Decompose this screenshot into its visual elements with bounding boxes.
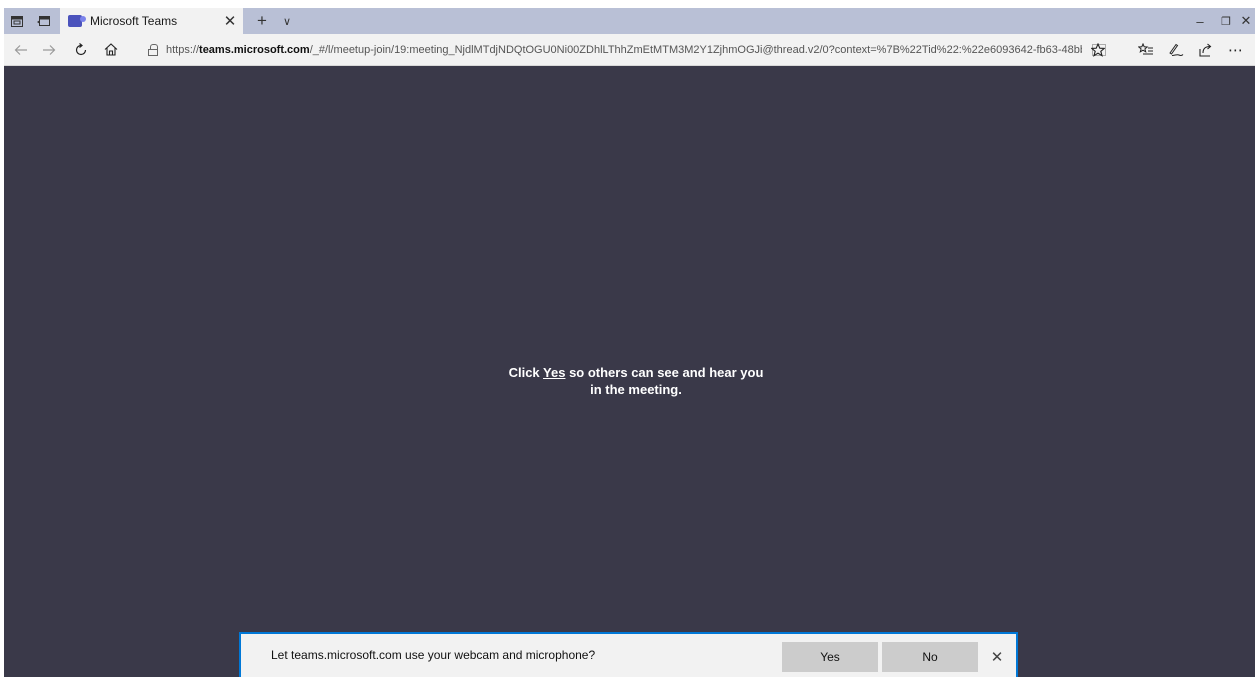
browser-window: Microsoft Teams ✕ + ∨ – ❐ ✕ https://team… xyxy=(4,8,1255,677)
home-icon[interactable] xyxy=(98,34,124,65)
url-path: /_#/l/meetup-join/19:meeting_NjdlMTdjNDQ… xyxy=(309,43,1082,56)
forward-arrow-icon[interactable] xyxy=(36,34,62,65)
webcam-permission-prompt: Let teams.microsoft.com use your webcam … xyxy=(239,632,1018,677)
tab-close-icon[interactable]: ✕ xyxy=(217,12,243,30)
star-icon[interactable] xyxy=(1084,34,1112,65)
teams-page-content: Click Yes so others can see and hear you… xyxy=(4,66,1255,677)
lock-icon[interactable] xyxy=(148,44,158,56)
tab-list-chevron-icon[interactable]: ∨ xyxy=(276,8,298,34)
close-prompt-icon[interactable]: ✕ xyxy=(987,642,1007,672)
deny-no-button[interactable]: No xyxy=(882,642,978,672)
tab-microsoft-teams[interactable]: Microsoft Teams ✕ xyxy=(60,8,243,34)
camera-permission-instruction: Click Yes so others can see and hear you… xyxy=(504,364,768,398)
address-bar[interactable]: https://teams.microsoft.com/_#/l/meetup-… xyxy=(148,38,1106,61)
tabs-show-icon[interactable] xyxy=(30,8,56,34)
instruction-text-after: so others can see and hear you in the me… xyxy=(565,365,764,397)
tab-strip: Microsoft Teams ✕ + ∨ – ❐ ✕ xyxy=(4,8,1255,34)
tab-title: Microsoft Teams xyxy=(90,14,178,28)
instruction-text-before: Click xyxy=(508,365,544,380)
refresh-icon[interactable] xyxy=(68,34,94,65)
new-tab-button[interactable]: + xyxy=(250,8,274,34)
url-text: https://teams.microsoft.com/_#/l/meetup-… xyxy=(166,44,1082,56)
navigation-bar: https://teams.microsoft.com/_#/l/meetup-… xyxy=(4,34,1255,66)
url-domain: teams.microsoft.com xyxy=(199,43,310,56)
allow-yes-button[interactable]: Yes xyxy=(782,642,878,672)
pen-icon[interactable] xyxy=(1162,34,1190,65)
permission-message: Let teams.microsoft.com use your webcam … xyxy=(271,648,596,662)
share-icon[interactable] xyxy=(1192,34,1220,65)
instruction-yes-emphasis: Yes xyxy=(543,365,566,380)
close-window-button[interactable]: ✕ xyxy=(1230,8,1255,34)
favorites-hub-icon[interactable] xyxy=(1132,34,1160,65)
teams-logo-icon xyxy=(68,15,86,27)
url-prefix: https:// xyxy=(166,43,200,56)
back-arrow-icon[interactable] xyxy=(8,34,34,65)
tabs-aside-icon[interactable] xyxy=(4,8,30,34)
more-icon[interactable]: ⋯ xyxy=(1222,34,1250,65)
